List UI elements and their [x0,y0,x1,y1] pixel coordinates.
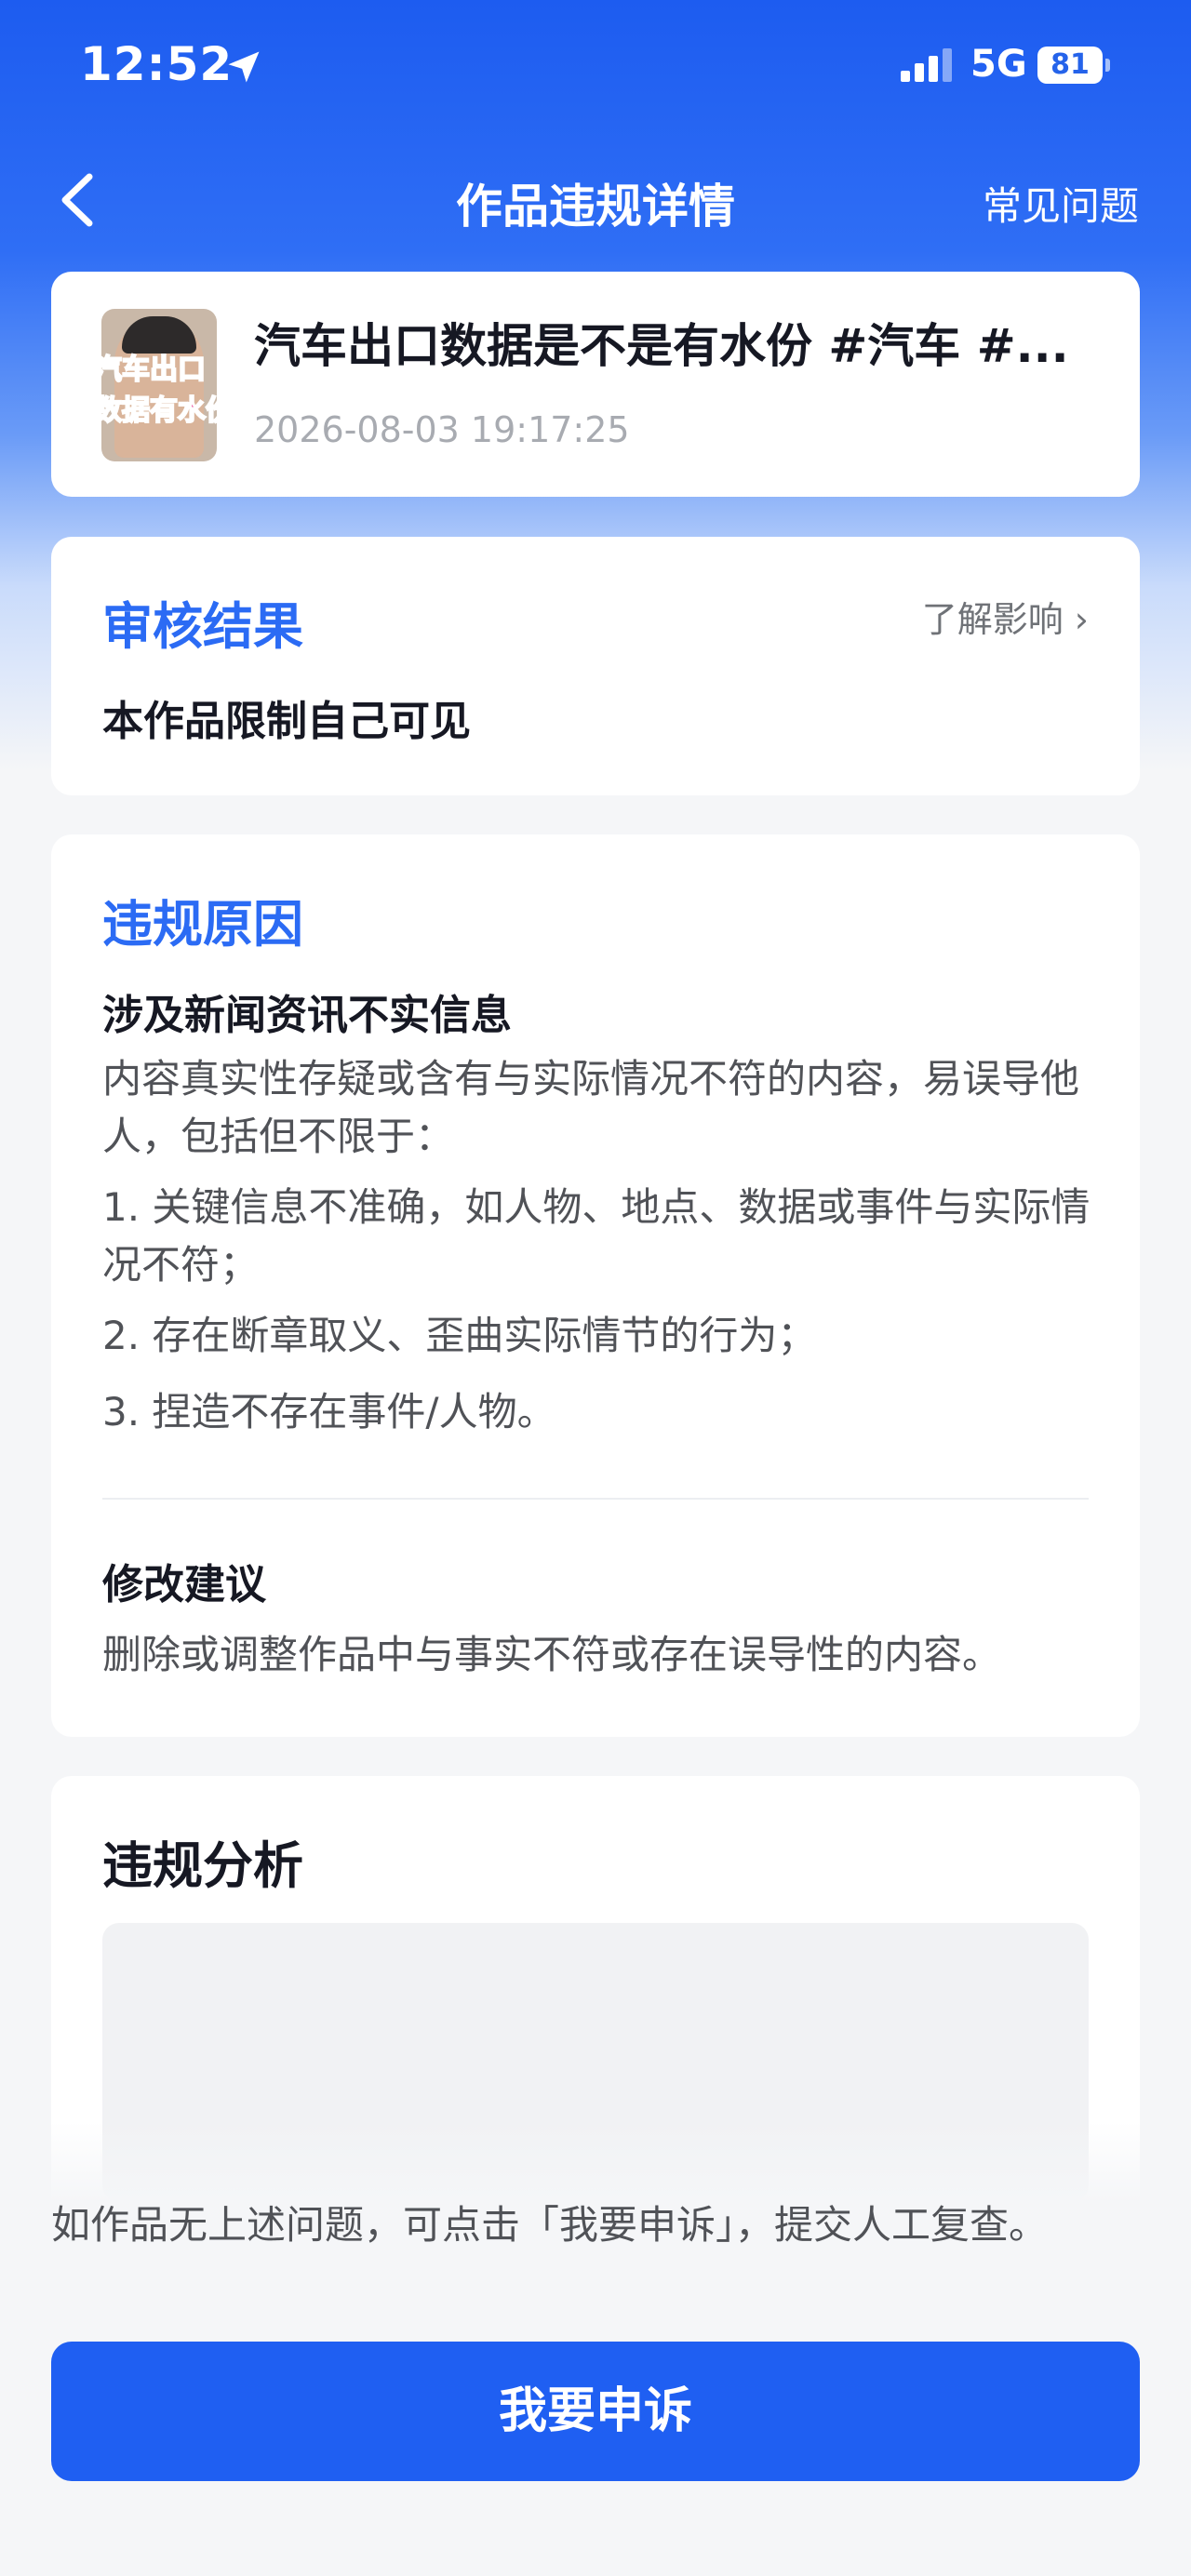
status-time: 12:52 [80,37,234,91]
learn-impact-link[interactable]: 了解影响 › [922,591,1089,642]
faq-link[interactable]: 常见问题 [983,175,1139,232]
battery-level: 81 [1037,47,1103,84]
battery-cap [1105,59,1110,72]
work-thumbnail: 汽车出口 数据有水份 [101,309,217,461]
divider [102,1498,1089,1500]
network-type: 5G [970,43,1027,86]
violation-reason-title: 违规原因 [102,895,303,954]
signal-bars-icon [901,48,952,82]
suggestion-text: 删除或调整作品中与事实不符或存在误导性的内容。 [102,1632,1002,1677]
status-bar: 12:52 5G 81 [0,0,1191,140]
thumbnail-caption-line1: 汽车出口 [101,353,207,387]
violation-analysis-title: 违规分析 [102,1836,303,1895]
suggestion-title: 修改建议 [102,1561,266,1608]
violation-type: 涉及新闻资讯不实信息 [102,992,512,1039]
work-card[interactable]: 汽车出口 数据有水份 汽车出口数据是不是有水份 #汽车 #... 2026-08… [51,272,1140,497]
battery-icon: 81 [1037,47,1112,84]
work-title: 汽车出口数据是不是有水份 #汽车 #... [254,319,1069,373]
violation-item-3: 3. 捏造不存在事件/人物。 [102,1389,556,1435]
violation-description: 内容真实性存疑或含有与实际情况不符的内容，易误导他人，包括但不限于： [102,1056,1080,1159]
violation-item-1: 1. 关键信息不准确，如人物、地点、数据或事件与实际情况不符； [102,1184,1091,1288]
violation-reason-card: 违规原因 涉及新闻资讯不实信息 内容真实性存疑或含有与实际情况不符的内容，易误导… [51,834,1140,1737]
appeal-hint-text: 如作品无上述问题，可点击「我要申诉」，提交人工复查。 [51,2202,1049,2248]
nav-bar: 作品违规详情 常见问题 [0,149,1191,251]
review-result-text: 本作品限制自己可见 [102,698,471,745]
appeal-button[interactable]: 我要申诉 [51,2342,1140,2481]
work-timestamp: 2026-08-03 19:17:25 [254,409,630,450]
review-result-card: 审核结果 了解影响 › 本作品限制自己可见 [51,537,1140,795]
violation-item-2: 2. 存在断章取义、歪曲实际情节的行为； [102,1313,817,1358]
thumbnail-caption-line2: 数据有水份 [101,394,217,428]
review-result-title: 审核结果 [102,597,303,656]
location-arrow-icon [228,51,260,83]
